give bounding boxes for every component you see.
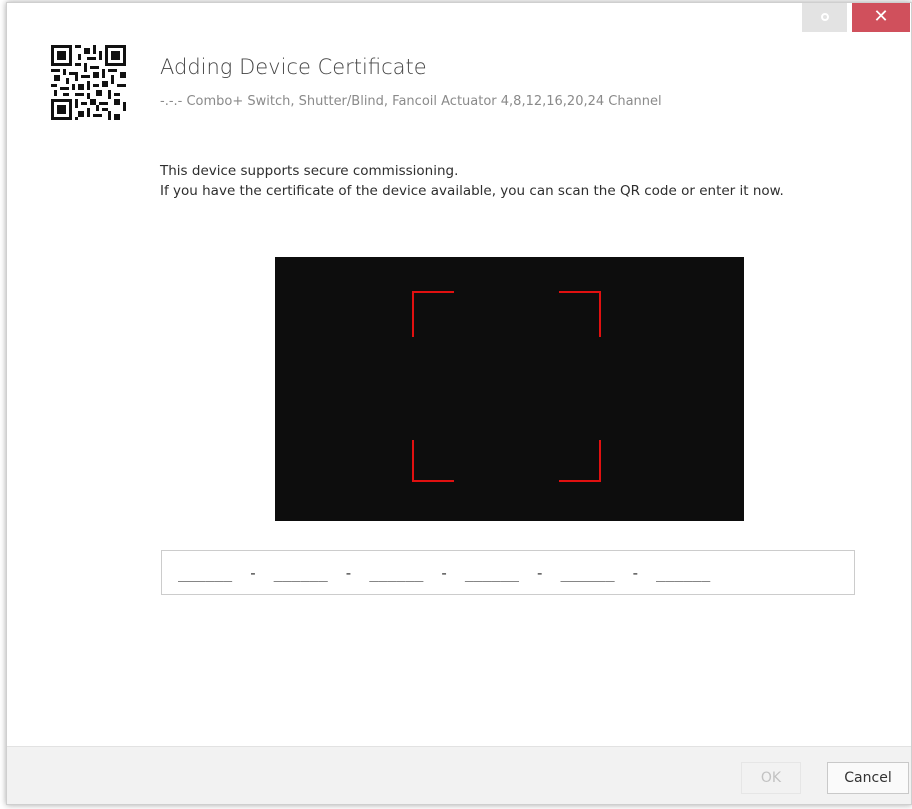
certificate-segment-3[interactable]: ______ xyxy=(369,564,423,582)
scan-frame-corner-bottom-left xyxy=(412,440,454,482)
certificate-segment-5[interactable]: ______ xyxy=(560,564,614,582)
segment-separator: - xyxy=(345,563,352,582)
device-subtitle: -.-.- Combo+ Switch, Shutter/Blind, Fanc… xyxy=(160,94,662,109)
certificate-input[interactable]: ______ - ______ - ______ - ______ - ____… xyxy=(161,550,855,595)
certificate-segment-4[interactable]: ______ xyxy=(465,564,519,582)
certificate-segment-2[interactable]: ______ xyxy=(274,564,328,582)
close-icon: ✕ xyxy=(873,6,889,27)
segment-separator: - xyxy=(537,563,543,582)
description-line-2: If you have the certificate of the devic… xyxy=(160,183,784,199)
dialog-title: Adding Device Certificate xyxy=(160,55,427,79)
gear-icon xyxy=(820,13,829,21)
ok-button[interactable]: OK xyxy=(741,762,801,794)
dialog-footer: OK Cancel xyxy=(7,746,911,804)
scan-frame-corner-bottom-right xyxy=(559,440,601,482)
certificate-segment-6[interactable]: ______ xyxy=(656,564,710,582)
qr-code-icon xyxy=(51,45,126,120)
certificate-segment-1[interactable]: ______ xyxy=(178,564,232,582)
close-button[interactable]: ✕ xyxy=(852,3,910,32)
scan-frame-corner-top-right xyxy=(559,291,601,337)
dialog-description: This device supports secure commissionin… xyxy=(160,161,830,201)
description-line-1: This device supports secure commissionin… xyxy=(160,163,459,179)
segment-separator: - xyxy=(250,563,256,582)
dialog-window: ✕ Adding Device Certificate -.-.- Combo+… xyxy=(6,2,912,805)
segment-separator: - xyxy=(632,563,639,582)
scan-frame-corner-top-left xyxy=(412,291,454,337)
qr-camera-view xyxy=(275,257,744,521)
segment-separator: - xyxy=(441,563,447,582)
cancel-button[interactable]: Cancel xyxy=(827,762,909,794)
settings-button[interactable] xyxy=(802,3,847,32)
